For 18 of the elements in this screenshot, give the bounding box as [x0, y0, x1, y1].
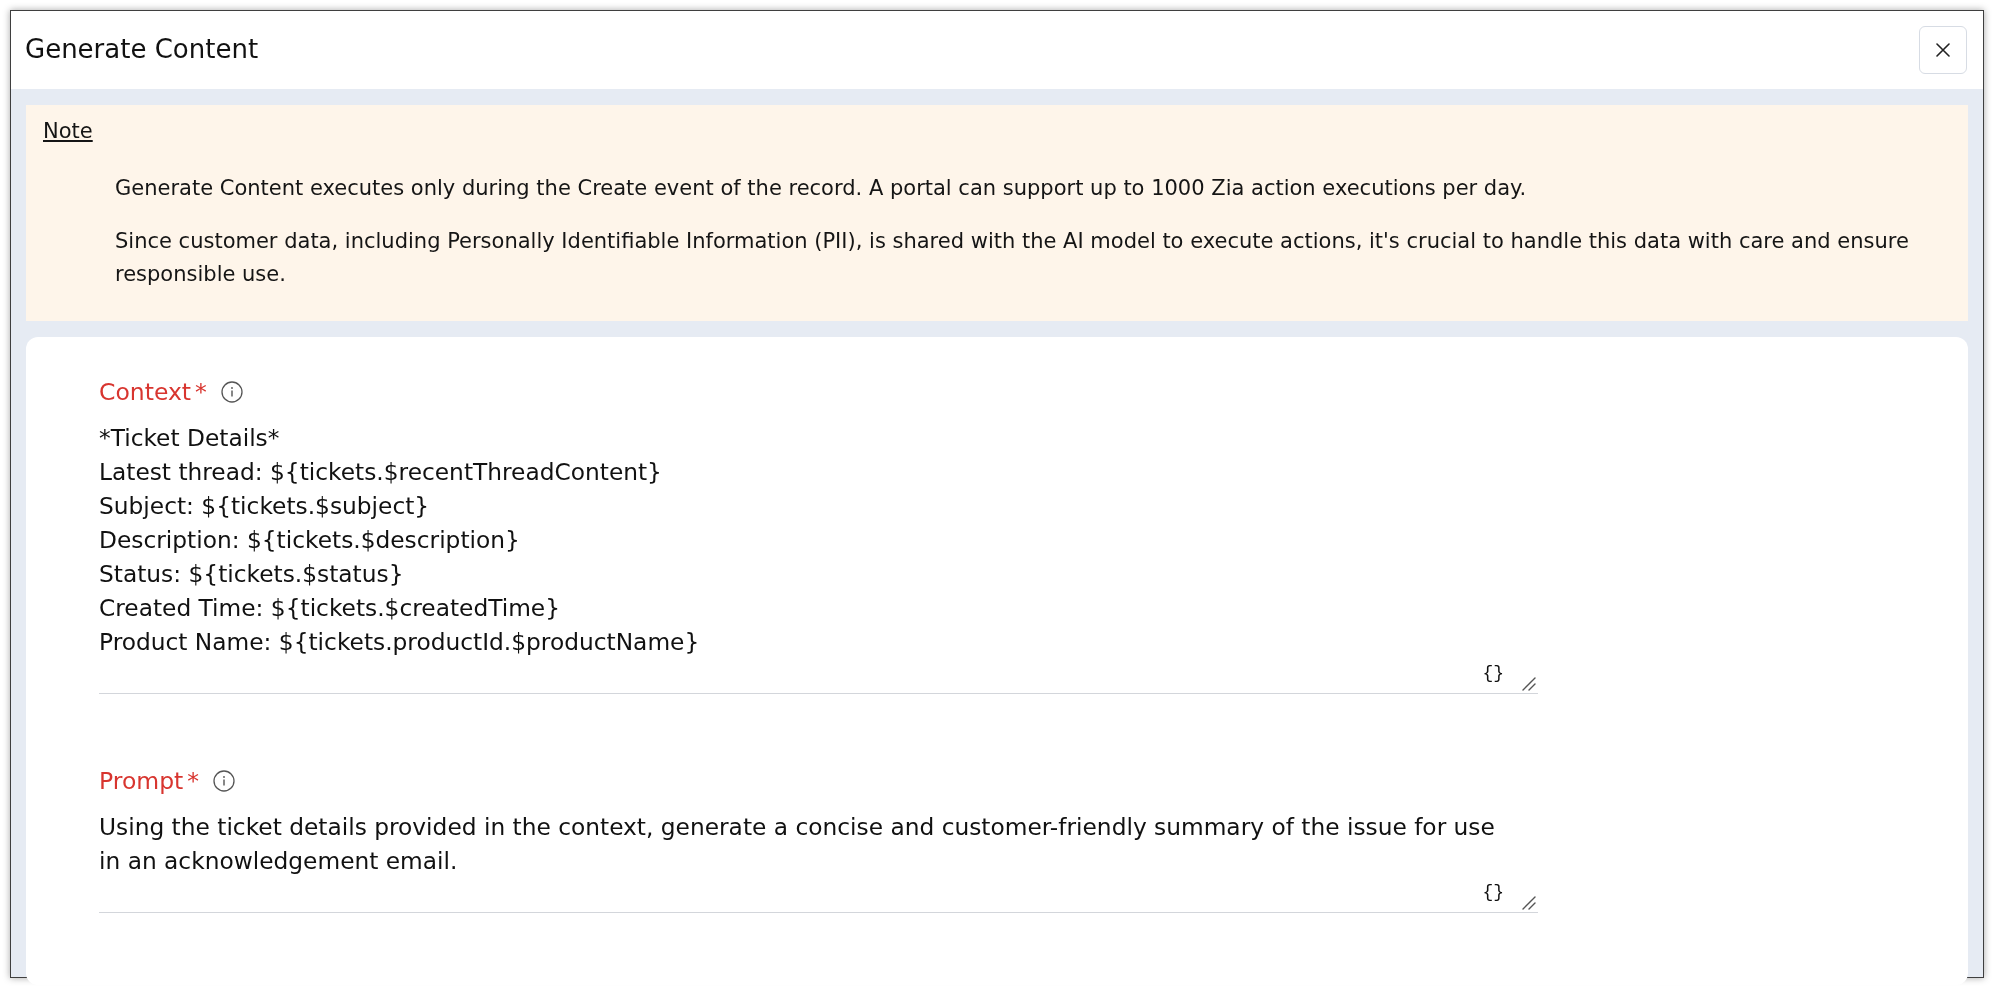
required-mark: * — [195, 377, 207, 407]
info-icon[interactable] — [220, 381, 243, 403]
info-icon[interactable] — [213, 770, 236, 792]
note-text: Generate Content executes only during the Create event of the record. A portal can support up to 1000 Zia action executions per day. — [115, 175, 1528, 202]
field-label: Context — [99, 377, 192, 407]
braces-button[interactable]: {} — [1482, 663, 1504, 683]
dialog-title: Generate Content — [25, 34, 259, 66]
resize-handle-icon[interactable] — [1522, 677, 1536, 691]
resize-handle-icon[interactable] — [1522, 896, 1536, 910]
textarea-field[interactable]: *Ticket Details* Latest thread: ${tickets.$recentThreadContent} Subject: ${tickets.$subject} Description: ${tickets.$description} Status: ${tickets.$status} Created Time: ${tickets.$createdTime} Product Name: ${tickets.productId.$productName} {} — [99, 421, 1538, 694]
field-label: Prompt — [99, 766, 184, 796]
note-text: Since customer data, including Personally Identifiable Information (PII), is shared with the AI model to execute actions, it's crucial to handle this data with care and ensure responsible use. — [115, 228, 1910, 288]
braces-button[interactable]: {} — [1482, 882, 1504, 902]
required-mark: * — [187, 766, 200, 796]
close-icon — [1936, 43, 1950, 57]
textarea-field[interactable]: Using the ticket details provided in the context, generate a concise and customer-friendly summary of the issue for use in an acknowledgement email. {} — [99, 810, 1538, 913]
close-button[interactable] — [1919, 26, 1967, 74]
note-heading: Note — [43, 118, 93, 145]
